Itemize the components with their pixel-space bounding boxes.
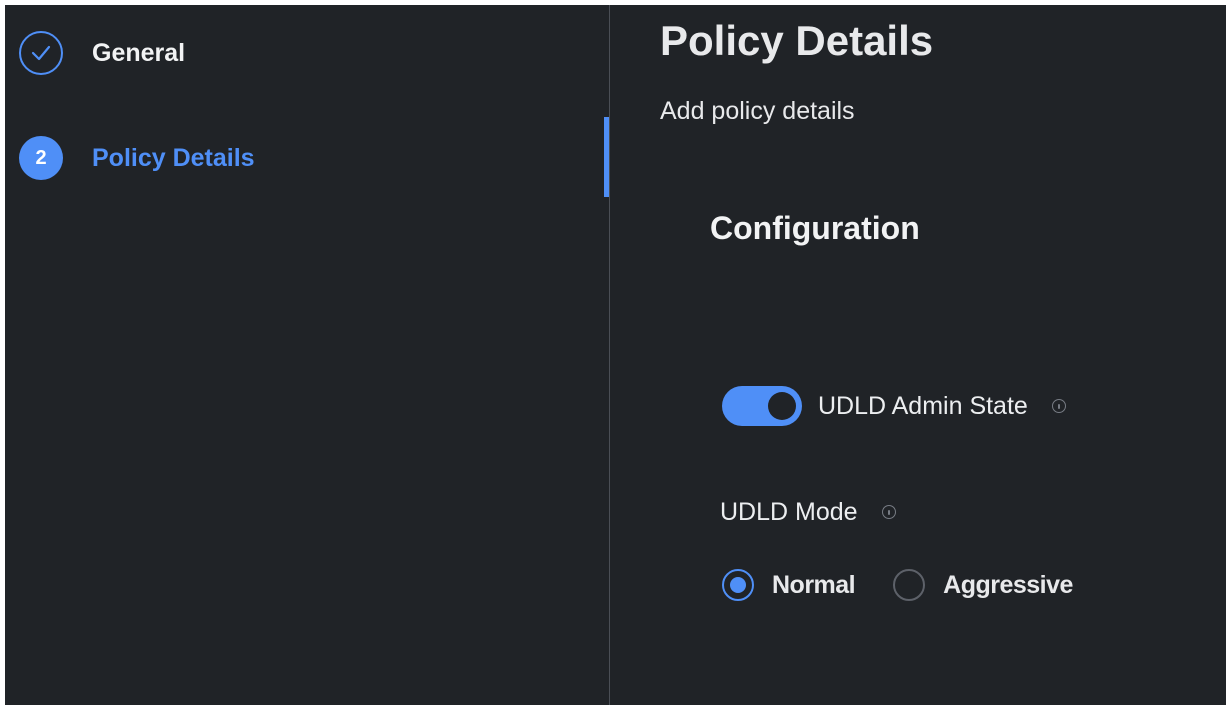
page-subtitle: Add policy details [660, 97, 855, 125]
step-number-badge: 2 [19, 136, 63, 180]
udld-mode-label: UDLD Mode [720, 497, 858, 526]
step-policy-details[interactable]: 2 Policy Details [19, 134, 255, 182]
udld-admin-state-toggle[interactable] [722, 386, 802, 426]
policy-details-panel: Policy Details Add policy details Config… [610, 5, 1226, 705]
page-title: Policy Details [660, 17, 934, 64]
radio-option-aggressive[interactable]: Aggressive [893, 569, 1073, 601]
info-icon[interactable] [881, 505, 896, 519]
policy-wizard: General 2 Policy Details Policy Details … [5, 5, 1226, 705]
section-title-configuration: Configuration [710, 210, 920, 246]
udld-admin-state-row: UDLD Admin State [722, 385, 1066, 427]
radio-normal-label: Normal [772, 570, 856, 599]
check-circle-icon [19, 31, 63, 75]
radio-normal[interactable] [722, 569, 754, 601]
udld-mode-radio-group: Normal Aggressive [722, 565, 1073, 605]
step-general-label: General [92, 38, 186, 67]
radio-aggressive-label: Aggressive [943, 570, 1073, 599]
udld-admin-state-label: UDLD Admin State [818, 391, 1028, 420]
info-icon[interactable] [1051, 399, 1066, 413]
udld-mode-row: UDLD Mode [720, 495, 896, 529]
radio-option-normal[interactable]: Normal [722, 569, 856, 601]
wizard-steps-sidebar: General 2 Policy Details [5, 5, 609, 705]
step-general[interactable]: General [19, 29, 185, 77]
radio-aggressive[interactable] [893, 569, 926, 601]
step-policy-details-label: Policy Details [92, 143, 255, 172]
toggle-knob [768, 392, 796, 420]
check-icon [31, 45, 51, 61]
